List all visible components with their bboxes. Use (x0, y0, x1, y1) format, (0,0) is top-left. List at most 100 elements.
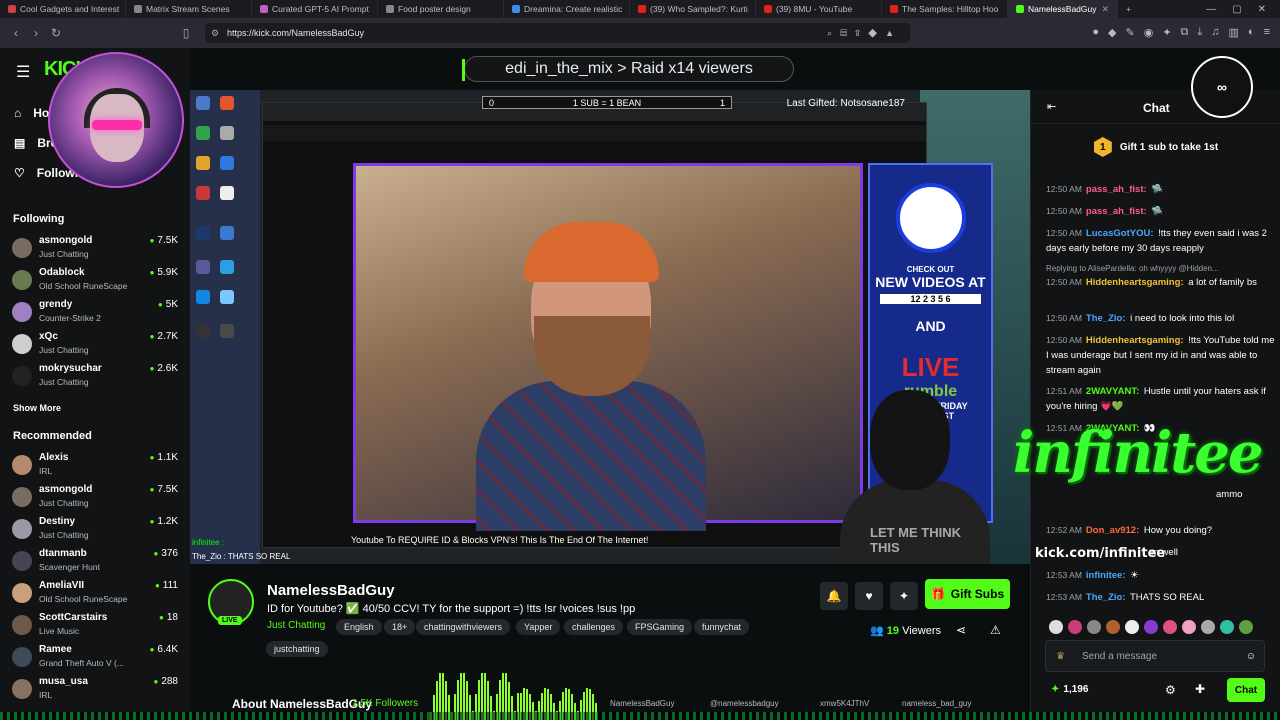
follow-heart-icon[interactable]: ♥ (855, 582, 883, 610)
close-tab-icon[interactable]: ✕ (1101, 4, 1109, 15)
emote-icon[interactable] (1163, 620, 1177, 634)
extension-icon[interactable]: ● (1092, 26, 1099, 39)
sidebar-channel[interactable]: Destiny Just Chatting 1.2K (12, 516, 178, 546)
browser-tab[interactable]: Matrix Stream Scenes (126, 0, 252, 18)
browser-tab[interactable]: Dreamina: Create realistic (504, 0, 630, 18)
browser-tab-active[interactable]: NamelessBadGuy ✕ (1008, 0, 1118, 18)
sidebar-channel[interactable]: Odablock Old School RuneScape 5.9K (12, 267, 178, 297)
emote-icon[interactable] (1087, 620, 1101, 634)
social-link[interactable]: nameless_bad_guy (902, 699, 971, 708)
notification-bell-icon[interactable]: 🔔 (820, 582, 848, 610)
browser-tab[interactable]: The Samples: Hilltop Hoo (882, 0, 1008, 18)
sidebar-icon[interactable]: ▥ (1229, 26, 1239, 39)
sidebar-channel[interactable]: grendy Counter-Strike 2 5K (12, 299, 178, 329)
stream-tag[interactable]: English (336, 619, 382, 635)
profile-icon[interactable]: ◐ (1248, 26, 1255, 39)
overlay-chat-line: infinitee : (192, 538, 225, 547)
last-gifted: Last Gifted: Notsosane187 (786, 98, 905, 109)
emote-icon[interactable] (1201, 620, 1215, 634)
sparkle-icon[interactable]: ✦ (890, 582, 918, 610)
close-window-icon[interactable]: ✕ (1258, 4, 1266, 15)
send-chat-button[interactable]: Chat (1227, 678, 1265, 702)
browser-tab[interactable]: (39) 8MU - YouTube (756, 0, 882, 18)
browser-tab-bar: Cool Gadgets and Interest Matrix Stream … (0, 0, 1280, 18)
extension-icon[interactable]: ✎ (1125, 26, 1134, 39)
collapse-chat-icon[interactable]: ⇤ (1047, 100, 1056, 113)
social-link[interactable]: @namelessbadguy (710, 699, 779, 708)
extension-icon[interactable]: ✦ (1162, 26, 1171, 39)
sidebar-channel[interactable]: asmongold Just Chatting 7.5K (12, 235, 178, 265)
gift-banner[interactable]: 1 Gift 1 sub to take 1st (1031, 130, 1280, 164)
social-link[interactable]: xmw5K4JThV (820, 699, 869, 708)
site-settings-icon[interactable]: ⚙ (211, 28, 219, 39)
social-link[interactable]: NamelessBadGuy (610, 699, 674, 708)
youtube-video (353, 163, 863, 531)
sidebar-channel[interactable]: xQc Just Chatting 2.7K (12, 331, 178, 361)
emote-icon[interactable] (1239, 620, 1253, 634)
emote-icon[interactable] (1106, 620, 1120, 634)
chat-settings-gear-icon[interactable]: ⚙ (1165, 683, 1176, 697)
stream-tag[interactable]: justchatting (266, 641, 328, 657)
emote-icon[interactable] (1220, 620, 1234, 634)
category-link[interactable]: Just Chatting (267, 620, 325, 631)
sidebar-channel[interactable]: asmongold Just Chatting 7.5K (12, 484, 178, 514)
address-bar[interactable]: ⚙ https://kick.com/NamelessBadGuy ⌕▤⇪◆▲ (205, 23, 910, 43)
sidebar-channel[interactable]: musa_usa IRL 288 (12, 676, 178, 706)
tab-label: The Samples: Hilltop Hoo (902, 4, 999, 14)
download-icon[interactable]: ⤓ (1197, 26, 1202, 39)
emote-icon[interactable] (1182, 620, 1196, 634)
send-message-input[interactable]: ♛ Send a message ☺ (1045, 640, 1265, 672)
emoji-icon[interactable]: ☺ (1246, 651, 1256, 662)
extensions-puzzle-icon[interactable]: ⧉ (1181, 26, 1189, 39)
stream-tag[interactable]: chattingwithviewers (416, 619, 511, 635)
channel-name-title[interactable]: NamelessBadGuy (267, 582, 395, 599)
promo-text: AND (915, 318, 946, 334)
media-icon[interactable]: ♫ (1211, 26, 1219, 39)
infinitee-badge-logo: ∞ (1191, 56, 1253, 118)
hamburger-menu-icon[interactable]: ☰ (16, 62, 30, 82)
sidebar-channel[interactable]: Ramee Grand Theft Auto V (... 6.4K (12, 644, 178, 674)
sidebar-channel[interactable]: mokrysuchar Just Chatting 2.6K (12, 363, 178, 393)
emote-icon[interactable] (1125, 620, 1139, 634)
tab-label: (39) Who Sampled?: Kurti (650, 4, 748, 14)
gift-subs-button[interactable]: 🎁 Gift Subs (925, 579, 1010, 609)
emote-icon[interactable] (1144, 620, 1158, 634)
minimize-icon[interactable]: — (1206, 4, 1216, 15)
back-icon[interactable]: ‹ (6, 26, 26, 40)
sidebar-channel[interactable]: dtanmanb Scavenger Hunt 376 (12, 548, 178, 578)
browser-tab[interactable]: Food poster design (378, 0, 504, 18)
new-tab-button[interactable]: + (1118, 0, 1144, 18)
chat-message: 12:50 AM The_Zio: i need to look into thi… (1046, 313, 1235, 324)
sidebar-channel[interactable]: AmeliaVII Old School RuneScape 111 (12, 580, 178, 610)
reload-icon[interactable]: ↻ (46, 26, 66, 40)
browser-tab[interactable]: Cool Gadgets and Interest (0, 0, 126, 18)
channel-points[interactable]: 1,196 (1051, 684, 1088, 695)
stream-tag[interactable]: Yapper (516, 619, 561, 635)
report-icon[interactable]: ⚠ (990, 623, 1001, 637)
gift-icon[interactable]: ✚ (1195, 682, 1205, 696)
extension-icon[interactable]: ◉ (1144, 26, 1154, 39)
stream-tag[interactable]: funnychat (694, 619, 750, 635)
browser-tab[interactable]: Curated GPT-5 AI Prompt (252, 0, 378, 18)
extension-icon[interactable]: ◆ (1108, 26, 1116, 39)
stream-tag[interactable]: 18+ (384, 619, 416, 635)
viewer-count: 6.4K (150, 644, 178, 655)
sidebar-channel[interactable]: Alexis IRL 1.1K (12, 452, 178, 482)
sidebar-channel[interactable]: ScottCarstairs Live Music 18 (12, 612, 178, 642)
emote-icon[interactable] (1068, 620, 1082, 634)
video-player[interactable]: CHECK OUT NEW VIDEOS AT 12 2 3 5 6 AND L… (190, 90, 1030, 564)
bookmark-icon[interactable]: ▯ (176, 26, 196, 40)
browser-tab[interactable]: (39) Who Sampled?: Kurti (630, 0, 756, 18)
forward-icon[interactable]: › (26, 26, 46, 40)
stream-tag[interactable]: FPSGaming (627, 619, 693, 635)
menu-icon[interactable]: ≡ (1264, 26, 1270, 39)
share-icon[interactable]: ⋖ (956, 623, 966, 637)
emote-icon[interactable] (1049, 620, 1063, 634)
stream-tag[interactable]: challenges (564, 619, 624, 635)
maximize-icon[interactable]: ▢ (1232, 4, 1241, 15)
sub-goal-start: 0 (489, 97, 495, 108)
address-bar-actions-icon[interactable]: ⌕▤⇪◆▲ (827, 28, 902, 39)
chat-message: 12:52 AM Don_av912: How you doing? (1046, 525, 1213, 536)
reply-context: Replying to AlisePardella: oh whyyyy @Hi… (1046, 264, 1219, 273)
show-more-link[interactable]: Show More (13, 403, 61, 413)
